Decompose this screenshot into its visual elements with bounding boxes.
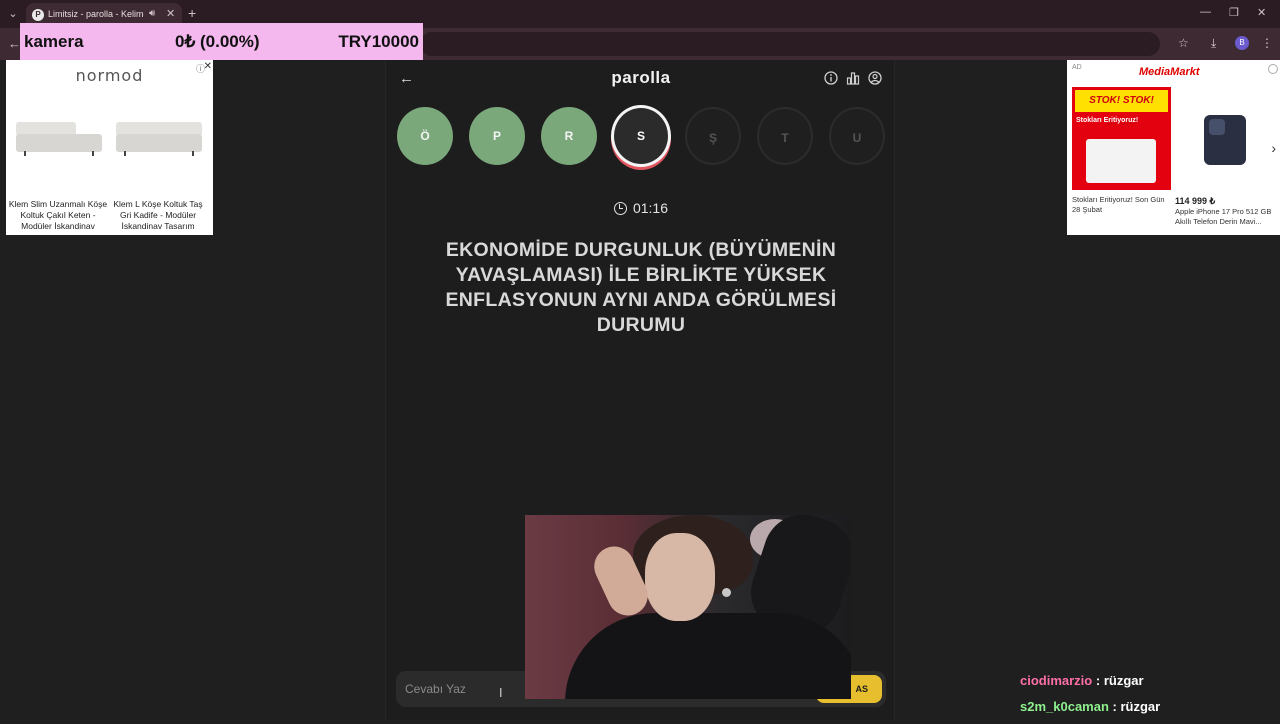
question-text: EKONOMİDE DURGUNLUK (BÜYÜMENİN YAVAŞLAMA… [445, 239, 837, 336]
ad-brand-logo: normod [75, 66, 144, 85]
profile-avatar[interactable]: B [1235, 36, 1249, 50]
letter-circle: P [469, 107, 525, 165]
product-caption[interactable]: Klem Slim Uzanmalı Köşe Koltuk Çakıl Ket… [8, 199, 108, 232]
tab-title: Limitsiz - parolla - Kelime o [48, 9, 144, 19]
text-cursor-icon: I [499, 686, 503, 700]
address-bar[interactable] [420, 32, 1160, 56]
product-caption[interactable]: Klem L Köşe Koltuk Taş Gri Kadife - Modü… [108, 199, 208, 232]
promo-image[interactable]: STOK! STOK! STOK! Stokları Eritiyoruz! [1072, 87, 1171, 190]
chat-text: : rüzgar [1095, 673, 1144, 688]
ad-info-icon[interactable] [1268, 64, 1278, 74]
letter-circle: Ö [397, 107, 453, 165]
ad-label: AD [1072, 64, 1082, 71]
ad-close-icon[interactable]: ✕ [204, 61, 212, 72]
chat-message: ciodimarzio : rüzgar [1020, 672, 1275, 698]
new-tab-button[interactable]: + [188, 5, 196, 21]
chat-message: s2m_k0caman : rüzgar [1020, 698, 1275, 724]
ad-brand-logo: MediaMarkt [1139, 66, 1200, 78]
product-price: 114 999 ₺ [1175, 196, 1216, 206]
letter-track: Ö P R S Ş T U [386, 105, 896, 167]
info-icon[interactable] [824, 71, 838, 85]
page-title: parolla [611, 68, 671, 87]
webcam-overlay [525, 515, 851, 699]
bookmark-star-icon[interactable]: ☆ [1178, 36, 1189, 50]
chat-username: s2m_k0caman [1020, 699, 1109, 714]
letter-circle: T [757, 107, 813, 165]
stock-name: kamera [24, 32, 84, 51]
minimize-icon[interactable]: — [1200, 6, 1211, 18]
promo-text[interactable]: Stokları Eritiyoruz! Son Gün 28 Şubat [1072, 195, 1174, 215]
favicon-icon: P [32, 9, 44, 21]
stock-change: 0₺ (0.00%) [175, 32, 260, 51]
countdown-timer: 01:16 [386, 200, 896, 216]
timer-value: 01:16 [632, 200, 669, 216]
tab-search-icon[interactable]: ⌄ [4, 5, 22, 23]
clock-icon [613, 202, 627, 215]
menu-dots-icon[interactable]: ⋮ [1261, 36, 1273, 50]
promo-headline: STOK! STOK! STOK! [1075, 90, 1168, 128]
letter-circle: R [541, 107, 597, 165]
right-ad-banner[interactable]: AD MediaMarkt STOK! STOK! STOK! Stokları… [1067, 60, 1280, 235]
speaker-icon[interactable]: 🔊︎ [149, 8, 155, 19]
close-tab-icon[interactable]: ✕ [166, 7, 175, 20]
chat-text: : rüzgar [1112, 699, 1161, 714]
chat-overlay: ciodimarzio : rüzgar s2m_k0caman : rüzga… [1020, 672, 1275, 724]
stock-value: TRY10000 [338, 32, 419, 51]
left-ad-banner[interactable]: normod ⓘ ✕ Klem Slim Uzanmalı Köşe Koltu… [6, 60, 213, 235]
window-close-icon[interactable]: ✕ [1257, 6, 1266, 19]
user-icon[interactable] [868, 71, 882, 85]
download-icon[interactable]: ⤓ [1211, 36, 1216, 51]
stats-icon[interactable] [846, 71, 860, 85]
letter-circle: Ş [685, 107, 741, 165]
chevron-right-icon[interactable]: › [1271, 140, 1276, 156]
current-letter-circle: S [611, 105, 671, 167]
appliances-image [1086, 139, 1156, 183]
promo-subline: Stokları Eritiyoruz! [1076, 117, 1139, 124]
phone-image[interactable] [1204, 115, 1246, 165]
product-name[interactable]: Apple iPhone 17 Pro 512 GB Akıllı Telefo… [1175, 207, 1275, 227]
letter-circle: U [829, 107, 885, 165]
sofa-image [116, 122, 202, 156]
restore-icon[interactable]: ❐ [1229, 6, 1239, 19]
sofa-image [16, 122, 102, 156]
stock-ticker-overlay: kamera 0₺ (0.00%) TRY10000 [20, 23, 423, 60]
chat-username: ciodimarzio [1020, 673, 1093, 688]
